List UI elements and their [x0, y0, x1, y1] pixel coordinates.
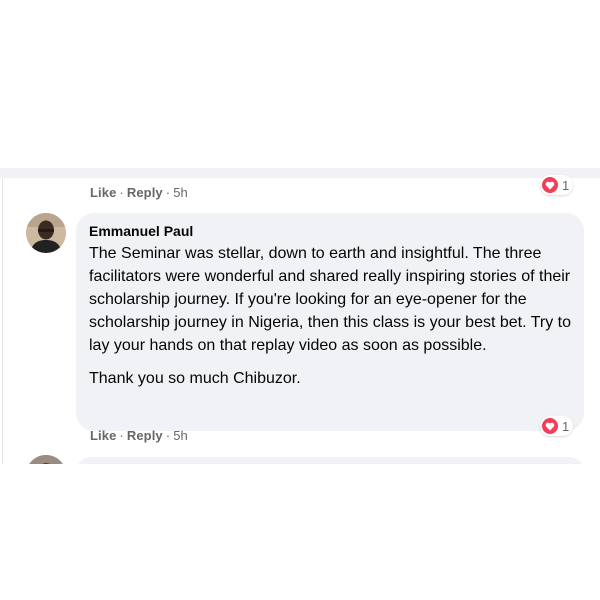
separator-dot: ·: [165, 185, 171, 200]
timestamp[interactable]: 5h: [173, 428, 188, 443]
reaction-count: 1: [562, 177, 570, 193]
next-comment-bubble: [76, 457, 584, 464]
comment-paragraph: The Seminar was stellar, down to earth a…: [89, 245, 571, 354]
comment-text: The Seminar was stellar, down to earth a…: [89, 242, 571, 390]
comment-paragraph: Thank you so much Chibuzor.: [89, 370, 301, 387]
reply-link[interactable]: Reply: [127, 185, 163, 200]
reply-link[interactable]: Reply: [127, 428, 163, 443]
comment-actions: Like · Reply · 5h: [90, 428, 188, 443]
heart-icon: [542, 418, 558, 434]
thread-line: [2, 178, 3, 464]
avatar[interactable]: [26, 455, 66, 464]
reaction-badge[interactable]: 1: [540, 416, 574, 436]
separator-dot: ·: [165, 428, 171, 443]
separator-dot: ·: [119, 185, 124, 200]
previous-comment-bubble-edge: [0, 168, 600, 178]
avatar[interactable]: [26, 213, 66, 253]
comment-thread: Like · Reply · 5h 1 Emmanuel Paul The Semina…: [0, 168, 600, 464]
like-link[interactable]: Like: [90, 185, 116, 200]
comment-author[interactable]: Emmanuel Paul: [89, 222, 571, 240]
comment-bubble: Emmanuel Paul The Seminar was stellar, d…: [76, 213, 584, 431]
reaction-count: 1: [562, 418, 570, 434]
previous-comment-actions: Like · Reply · 5h: [90, 185, 188, 200]
separator-dot: ·: [119, 428, 124, 443]
reaction-badge[interactable]: 1: [540, 175, 574, 195]
timestamp[interactable]: 5h: [173, 185, 188, 200]
heart-icon: [542, 177, 558, 193]
like-link[interactable]: Like: [90, 428, 116, 443]
